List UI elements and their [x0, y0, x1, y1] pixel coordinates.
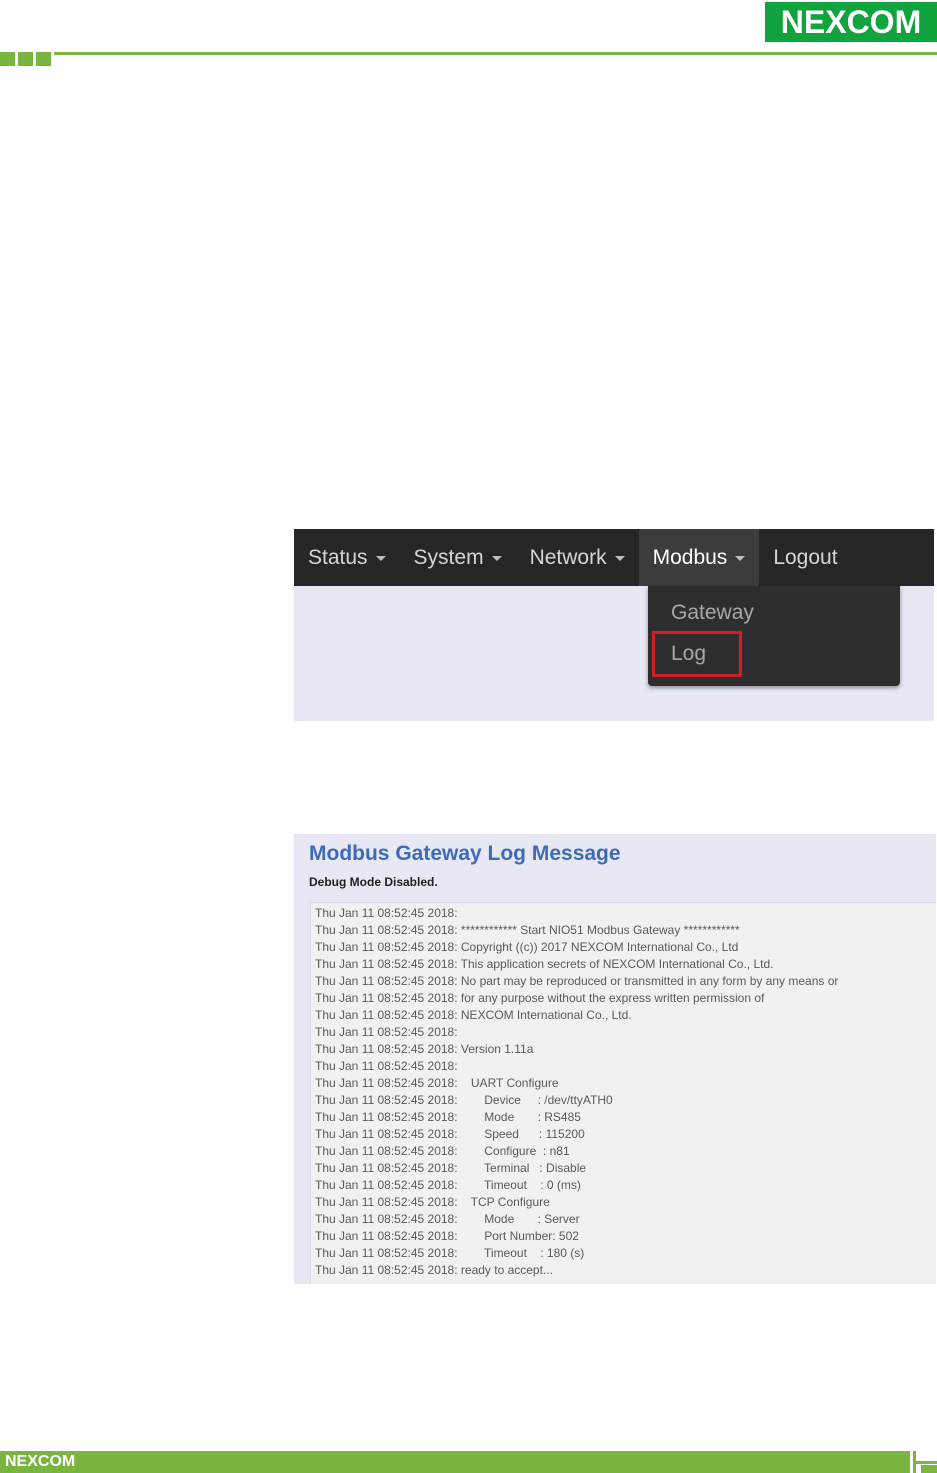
log-line: Thu Jan 11 08:52:45 2018: Mode : RS485 — [315, 1110, 581, 1124]
header-accent-blocks — [0, 52, 51, 66]
log-line: Thu Jan 11 08:52:45 2018: No part may be… — [315, 974, 839, 988]
caret-down-icon — [614, 556, 625, 561]
nav-system-label: System — [413, 546, 484, 569]
log-page-screenshot: Modbus Gateway Log Message Debug Mode Di… — [294, 834, 936, 1284]
nav-network[interactable]: Network — [516, 529, 639, 586]
log-line: Thu Jan 11 08:52:45 2018: Configure : n8… — [315, 1144, 570, 1158]
log-line: Thu Jan 11 08:52:45 2018: Port Number: 5… — [315, 1229, 579, 1243]
caret-down-icon — [735, 556, 746, 561]
log-textarea[interactable]: Thu Jan 11 08:52:45 2018: Thu Jan 11 08:… — [310, 902, 936, 1284]
caret-down-icon — [491, 556, 502, 561]
log-line: Thu Jan 11 08:52:45 2018: TCP Configure — [315, 1195, 550, 1209]
nav-modbus-label: Modbus — [652, 546, 728, 569]
log-line: Thu Jan 11 08:52:45 2018: for any purpos… — [315, 991, 765, 1005]
debug-status: Debug Mode Disabled. — [309, 875, 438, 889]
header-rule — [54, 52, 937, 55]
log-line: Thu Jan 11 08:52:45 2018: This applicati… — [315, 957, 774, 971]
log-line: Thu Jan 11 08:52:45 2018: NEXCOM Interna… — [315, 1008, 632, 1022]
nav-logout[interactable]: Logout — [759, 529, 851, 586]
log-line: Thu Jan 11 08:52:45 2018: Version 1.11a — [315, 1042, 534, 1056]
log-line: Thu Jan 11 08:52:45 2018: Mode : Server — [315, 1212, 580, 1226]
nav-modbus[interactable]: Modbus — [638, 529, 760, 586]
log-line: Thu Jan 11 08:52:45 2018: ready to accep… — [315, 1263, 553, 1277]
log-line: Thu Jan 11 08:52:45 2018: — [315, 1025, 458, 1039]
log-line: Thu Jan 11 08:52:45 2018: Terminal : Dis… — [315, 1161, 587, 1175]
log-line: Thu Jan 11 08:52:45 2018: Timeout : 180 … — [315, 1246, 585, 1260]
nav-logout-label: Logout — [773, 546, 838, 569]
footer-bar — [0, 1451, 910, 1473]
log-line: Thu Jan 11 08:52:45 2018: UART Configure — [315, 1076, 559, 1090]
footer-corner-mark — [913, 1451, 937, 1473]
navbar: Status System Network Modbus Logout — [294, 529, 934, 586]
log-line: Thu Jan 11 08:52:45 2018: Copyright ((c)… — [315, 940, 739, 954]
log-line: Thu Jan 11 08:52:45 2018: ************ S… — [315, 923, 740, 937]
modbus-dropdown-menu: Gateway Log — [648, 586, 900, 686]
footer-logo: NEXCOM — [5, 1453, 76, 1470]
menu-item-gateway[interactable]: Gateway — [671, 601, 754, 625]
nexcom-logo: NEXCOM — [765, 2, 937, 42]
log-line: Thu Jan 11 08:52:45 2018: Device : /dev/… — [315, 1093, 613, 1107]
log-line: Thu Jan 11 08:52:45 2018: — [315, 1059, 458, 1073]
nav-status-label: Status — [308, 546, 368, 569]
caret-down-icon — [375, 556, 386, 561]
log-lines: Thu Jan 11 08:52:45 2018: Thu Jan 11 08:… — [315, 905, 838, 1279]
navbar-screenshot: Status System Network Modbus Logout Gate… — [294, 529, 934, 721]
log-line: Thu Jan 11 08:52:45 2018: Timeout : 0 (m… — [315, 1178, 581, 1192]
nav-system[interactable]: System — [400, 529, 516, 586]
nav-status[interactable]: Status — [294, 529, 400, 586]
log-highlight-box — [652, 631, 742, 677]
nav-network-label: Network — [529, 546, 607, 569]
page-title: Modbus Gateway Log Message — [309, 842, 621, 865]
log-line: Thu Jan 11 08:52:45 2018: — [315, 906, 458, 920]
log-line: Thu Jan 11 08:52:45 2018: Speed : 115200 — [315, 1127, 585, 1141]
